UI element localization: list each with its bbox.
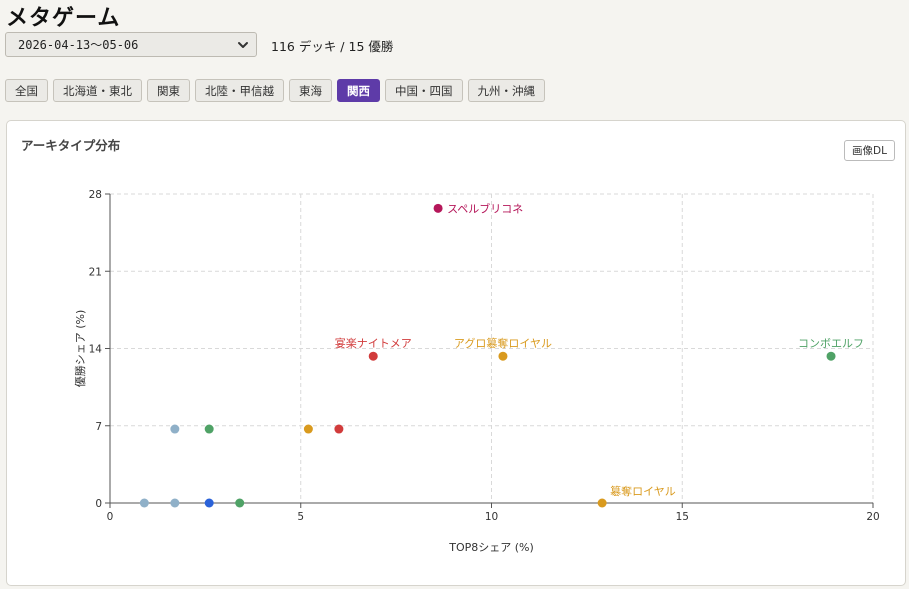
region-tab-0[interactable]: 全国 [5, 79, 48, 102]
y-tick-label-1: 7 [95, 421, 102, 433]
data-point-4 [597, 498, 607, 508]
region-tab-5[interactable]: 関西 [337, 79, 380, 102]
region-tab-7[interactable]: 九州・沖縄 [467, 79, 545, 102]
region-tab-2[interactable]: 関東 [147, 79, 190, 102]
region-tab-1[interactable]: 北海道・東北 [53, 79, 142, 102]
data-point-5 [170, 424, 180, 434]
data-label-1: 宴楽ナイトメア [335, 336, 412, 350]
page-title: メタゲーム [6, 5, 121, 31]
archetype-chart-card: アーキタイプ分布 画像DL 0 5 10 15 20 0 7 14 21 28 TOP8シェア (%… [6, 120, 906, 586]
date-range-value: 2026-04-13～05-06 [18, 38, 139, 52]
data-point-0 [433, 203, 443, 213]
y-axis-label: 優勝シェア (%) [73, 310, 87, 388]
y-tick-label-4: 28 [89, 189, 102, 201]
chevron-down-icon [238, 42, 248, 48]
data-point-11 [204, 498, 214, 508]
scatter-chart: 0 5 10 15 20 0 7 14 21 28 TOP8シェア (%) 優勝シェア (%) スペルブ… [73, 189, 880, 554]
data-point-2 [498, 351, 508, 361]
data-label-4: 簒奪ロイヤル [610, 484, 676, 498]
data-point-1 [368, 351, 378, 361]
region-tab-4[interactable]: 東海 [289, 79, 332, 102]
data-point-8 [334, 424, 344, 434]
data-point-6 [204, 424, 214, 434]
data-point-12 [235, 498, 245, 508]
deck-summary: 116 デッキ / 15 優勝 [271, 39, 394, 54]
region-tab-3[interactable]: 北陸・甲信越 [195, 79, 284, 102]
x-tick-label-4: 20 [866, 511, 879, 523]
y-tick-label-3: 21 [89, 266, 102, 278]
date-range-select[interactable]: 2026-04-13～05-06 [5, 32, 257, 57]
x-axis-label: TOP8シェア (%) [448, 541, 534, 554]
x-tick-label-3: 15 [676, 511, 689, 523]
data-label-2: アグロ簒奪ロイヤル [454, 336, 552, 350]
x-tick-label-0: 0 [107, 511, 114, 523]
y-tick-label-2: 14 [89, 344, 103, 356]
data-point-7 [303, 424, 313, 434]
data-point-10 [170, 498, 180, 508]
data-label-3: コンボエルフ [798, 337, 864, 350]
data-point-3 [826, 351, 836, 361]
region-tab-6[interactable]: 中国・四国 [385, 79, 463, 102]
region-tabs: 全国 北海道・東北 関東 北陸・甲信越 東海 関西 中国・四国 九州・沖縄 [5, 79, 545, 102]
data-point-9 [139, 498, 149, 508]
x-tick-label-1: 5 [297, 511, 304, 523]
x-tick-label-2: 10 [485, 511, 498, 523]
y-tick-label-0: 0 [95, 498, 102, 510]
data-label-0: スペルブリコネ [447, 201, 523, 215]
